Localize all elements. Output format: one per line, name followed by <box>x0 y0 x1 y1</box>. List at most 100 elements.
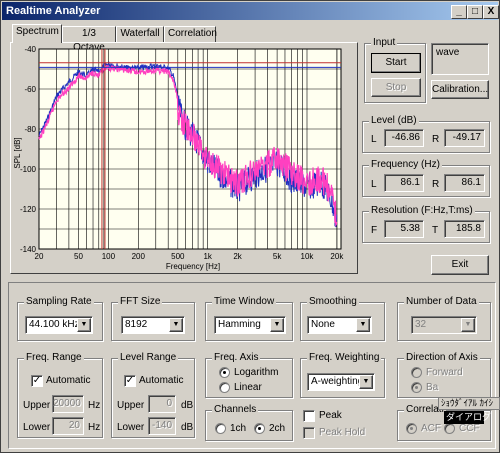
level-range-automatic-checkbox[interactable]: ✓ <box>124 375 136 387</box>
freq-range-upper-input[interactable]: 20000 <box>52 395 84 413</box>
direction-of-axis-group: Direction of Axis <box>397 352 491 398</box>
frequency-r-value: 86.1 <box>444 174 485 192</box>
close-button[interactable]: X <box>483 5 499 19</box>
spectrum-tab-panel: 20 50 100 200 500 1k 2k 5k 10k 20k -40 -60 -80 -100 -1… <box>10 42 358 274</box>
sampling-rate-title: Sampling Rate <box>24 296 94 307</box>
freq-weighting-value: A-weighting <box>311 376 364 387</box>
x-tick-label: 1k <box>203 252 212 261</box>
freq-weighting-title: Freq. Weighting <box>307 352 382 363</box>
level-range-lower-unit: dB <box>181 422 194 433</box>
number-of-data-select[interactable]: 32 ▼ <box>411 316 477 334</box>
source-display: wave <box>431 43 489 75</box>
resolution-f-value: 5.38 <box>384 220 424 238</box>
maximize-button[interactable]: □ <box>467 5 483 19</box>
freq-axis-title: Freq. Axis <box>212 352 261 363</box>
chevron-down-icon[interactable]: ▼ <box>77 318 91 332</box>
backward-radio[interactable] <box>411 382 422 393</box>
time-window-value: Hamming <box>218 319 261 330</box>
tab-correlation[interactable]: Correlation <box>164 26 217 42</box>
fft-size-select[interactable]: 8192 ▼ <box>121 316 185 334</box>
ime-hint: ｼｮｳﾀﾞｲｱﾙ ｶｲｼ <box>438 397 500 410</box>
y-tick-label: -60 <box>24 85 36 94</box>
tab-waterfall[interactable]: Waterfall <box>116 26 164 42</box>
chevron-down-icon[interactable]: ▼ <box>359 375 373 389</box>
acf-label: ACF <box>421 423 441 434</box>
ccf-label: CCF <box>459 423 480 434</box>
x-tick-label: 200 <box>132 252 146 261</box>
freq-weighting-select[interactable]: A-weighting ▼ <box>307 373 375 391</box>
y-tick-label: -80 <box>24 125 36 134</box>
smoothing-select[interactable]: None ▼ <box>307 316 372 334</box>
calibration-button[interactable]: Calibration... <box>431 80 489 99</box>
input-group-title: Input <box>371 37 398 48</box>
level-l-value: -46.86 <box>384 129 424 147</box>
number-of-data-title: Number of Data <box>404 296 479 307</box>
two-channel-radio[interactable] <box>254 423 265 434</box>
x-tick-label: 5k <box>273 252 282 261</box>
one-channel-label: 1ch <box>230 423 247 434</box>
peak-hold-checkbox[interactable] <box>303 427 315 439</box>
y-tick-label: -40 <box>24 45 36 54</box>
fft-size-value: 8192 <box>125 319 148 330</box>
freq-range-title: Freq. Range <box>24 352 84 363</box>
level-l-label: L <box>371 134 377 145</box>
linear-label: Linear <box>234 382 262 393</box>
x-tick-label: 500 <box>171 252 185 261</box>
time-window-select[interactable]: Hamming ▼ <box>214 316 286 334</box>
start-button[interactable]: Start <box>371 53 421 73</box>
level-range-title: Level Range <box>118 352 179 363</box>
level-range-lower-input[interactable]: -140 <box>148 417 176 435</box>
level-range-upper-input[interactable]: 0 <box>148 395 176 413</box>
analyzer-window: Realtime Analyzer _ □ X Spectrum 1/3 Oct… <box>0 0 500 453</box>
chevron-down-icon[interactable]: ▼ <box>169 318 183 332</box>
smoothing-title: Smoothing <box>307 296 359 307</box>
one-channel-radio[interactable] <box>215 423 226 434</box>
level-r-value: -49.17 <box>444 129 485 147</box>
ime-candidate[interactable]: ダイアログ <box>444 411 491 424</box>
frequency-r-label: R <box>432 179 440 190</box>
freq-range-lower-input[interactable]: 20 <box>52 417 84 435</box>
peak-checkbox[interactable] <box>303 410 315 422</box>
time-window-title: Time Window <box>212 296 277 307</box>
peak-label: Peak <box>319 410 342 421</box>
window-title: Realtime Analyzer <box>6 5 101 17</box>
freq-range-upper-unit: Hz <box>88 400 101 411</box>
tab-spectrum[interactable]: Spectrum <box>12 24 62 43</box>
minimize-button[interactable]: _ <box>451 5 467 19</box>
stop-button[interactable]: Stop <box>371 78 421 97</box>
peak-hold-label: Peak Hold <box>319 427 366 438</box>
forward-label: Forward <box>426 367 463 378</box>
y-tick-label: -120 <box>20 205 37 214</box>
y-tick-label: -100 <box>20 165 37 174</box>
resolution-t-label: T <box>432 225 439 236</box>
level-range-automatic-label: Automatic <box>139 375 184 386</box>
freq-range-automatic-checkbox[interactable]: ✓ <box>31 375 43 387</box>
linear-radio[interactable] <box>219 382 230 393</box>
freq-range-lower-unit: Hz <box>88 422 101 433</box>
number-of-data-value: 32 <box>415 319 427 330</box>
acf-radio[interactable] <box>406 423 417 434</box>
two-channel-label: 2ch <box>269 423 286 434</box>
y-axis-label: SPL [dB] <box>13 137 22 168</box>
level-r-label: R <box>432 134 440 145</box>
resolution-f-label: F <box>371 225 378 236</box>
freq-range-upper-label: Upper <box>23 400 51 411</box>
level-range-upper-unit: dB <box>181 400 194 411</box>
x-axis-label: Frequency [Hz] <box>166 262 220 271</box>
chevron-down-icon[interactable]: ▼ <box>356 318 370 332</box>
exit-button[interactable]: Exit <box>431 255 489 275</box>
resolution-group-title: Resolution (F:Hz,T:ms) <box>369 205 475 216</box>
sampling-rate-select[interactable]: 44.100 kHz ▼ <box>25 316 93 334</box>
logarithm-radio[interactable] <box>219 367 230 378</box>
spectrum-chart: 20 50 100 200 500 1k 2k 5k 10k 20k-40-60-80-100-1… <box>13 45 344 271</box>
ccf-radio[interactable] <box>444 423 455 434</box>
channels-title: Channels <box>212 404 259 415</box>
chevron-down-icon[interactable]: ▼ <box>461 318 475 332</box>
tab-one-third-octave[interactable]: 1/3 Octave <box>62 26 116 53</box>
level-group-title: Level (dB) <box>369 115 419 126</box>
chevron-down-icon[interactable]: ▼ <box>270 318 284 332</box>
x-tick-label: 20k <box>330 252 344 261</box>
level-range-upper-label: Upper <box>117 400 145 411</box>
forward-radio[interactable] <box>411 367 422 378</box>
x-tick-label: 2k <box>233 252 242 261</box>
